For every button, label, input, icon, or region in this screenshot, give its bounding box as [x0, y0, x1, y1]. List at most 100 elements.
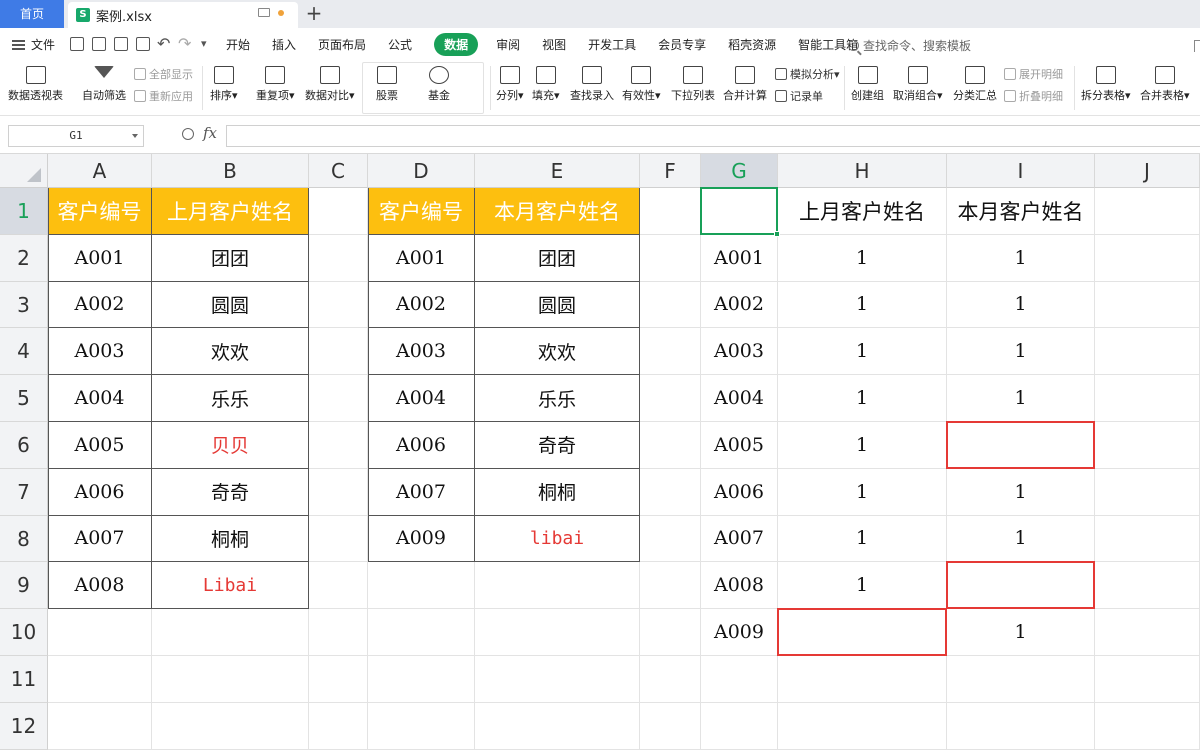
table-data-cell[interactable]: A006 [48, 468, 152, 516]
cell[interactable] [640, 515, 701, 563]
command-search[interactable]: 查找命令、搜索模板 [848, 37, 971, 54]
split-table-button[interactable]: 拆分表格▾ [1081, 66, 1131, 103]
cell[interactable] [475, 562, 640, 610]
cell[interactable] [640, 422, 701, 469]
collapse-ribbon-icon[interactable] [1194, 40, 1200, 52]
table-data-cell[interactable]: libai [475, 515, 640, 563]
pivot-data-cell[interactable]: 1 [947, 375, 1095, 422]
row-header-9[interactable]: 9 [0, 562, 48, 610]
column-header-e[interactable]: E [475, 154, 640, 188]
table-data-cell[interactable]: A005 [48, 422, 152, 469]
row-header-10[interactable]: 10 [0, 609, 48, 656]
table-data-cell[interactable]: 奇奇 [475, 422, 640, 469]
table-header-cell[interactable]: 上月客户姓名 [152, 188, 309, 235]
cell[interactable] [1095, 609, 1200, 656]
cell[interactable] [1095, 281, 1200, 329]
table-data-cell[interactable]: A007 [48, 515, 152, 563]
menu-tab-view[interactable]: 视图 [542, 36, 566, 53]
column-header-b[interactable]: B [152, 154, 309, 188]
cell[interactable] [475, 656, 640, 703]
cell[interactable] [368, 562, 475, 610]
monitor-icon[interactable] [258, 8, 270, 17]
fill-button[interactable]: 填充▾ [532, 66, 560, 103]
cell[interactable] [1095, 234, 1200, 282]
table-data-cell[interactable]: 奇奇 [152, 468, 309, 516]
pivot-data-cell[interactable]: 1 [947, 281, 1095, 329]
merge-table-button[interactable]: 合并表格▾ [1140, 66, 1190, 103]
new-tab-button[interactable]: + [304, 2, 324, 26]
pivot-data-cell[interactable] [947, 422, 1095, 469]
table-data-cell[interactable]: 欢欢 [475, 328, 640, 376]
table-data-cell[interactable]: 圆圆 [475, 281, 640, 329]
table-data-cell[interactable]: 贝贝 [152, 422, 309, 469]
table-header-cell[interactable]: 客户编号 [48, 188, 152, 235]
pivot-data-cell[interactable]: 1 [947, 515, 1095, 563]
row-header-5[interactable]: 5 [0, 375, 48, 422]
lookup-entry-button[interactable]: 查找录入 [570, 66, 614, 103]
table-data-cell[interactable]: A009 [368, 515, 475, 563]
row-header-11[interactable]: 11 [0, 656, 48, 703]
expand-detail-button[interactable]: 展开明细 [1004, 66, 1063, 82]
cell[interactable] [701, 702, 778, 750]
pivot-data-cell[interactable]: A001 [701, 234, 778, 282]
create-group-button[interactable]: 创建组 [851, 66, 884, 103]
cell[interactable] [640, 609, 701, 656]
duplicates-button[interactable]: 重复项▾ [256, 66, 295, 103]
pivot-data-cell[interactable]: A006 [701, 468, 778, 516]
pivot-data-cell[interactable]: 1 [778, 562, 947, 610]
cell[interactable] [947, 656, 1095, 703]
function-icon[interactable]: fx [203, 124, 217, 142]
cell[interactable] [48, 656, 152, 703]
pivot-header-cell[interactable]: 本月客户姓名 [947, 188, 1095, 235]
fund-button[interactable]: 基金 [428, 66, 450, 103]
pivot-data-cell[interactable]: 1 [947, 468, 1095, 516]
column-header-g[interactable]: G [701, 154, 778, 188]
collapse-detail-button[interactable]: 折叠明细 [1004, 88, 1063, 104]
menu-tab-member[interactable]: 会员专享 [658, 36, 706, 53]
menu-tab-developer[interactable]: 开发工具 [588, 36, 636, 53]
cell[interactable] [640, 656, 701, 703]
formula-input[interactable] [226, 125, 1200, 147]
cell[interactable] [309, 234, 368, 282]
chevron-down-icon[interactable] [132, 134, 138, 138]
cell[interactable] [640, 702, 701, 750]
table-data-cell[interactable]: A008 [48, 562, 152, 610]
table-header-cell[interactable]: 客户编号 [368, 188, 475, 235]
data-compare-button[interactable]: 数据对比▾ [305, 66, 355, 103]
cell[interactable] [640, 281, 701, 329]
row-header-12[interactable]: 12 [0, 702, 48, 750]
pivot-data-cell[interactable]: 1 [778, 468, 947, 516]
row-header-8[interactable]: 8 [0, 515, 48, 563]
table-data-cell[interactable]: 欢欢 [152, 328, 309, 376]
sort-button[interactable]: 排序▾ [210, 66, 238, 103]
cell[interactable] [475, 609, 640, 656]
row-header-3[interactable]: 3 [0, 281, 48, 329]
table-data-cell[interactable]: A002 [368, 281, 475, 329]
cell[interactable] [48, 609, 152, 656]
fill-handle[interactable] [774, 230, 780, 237]
record-form-button[interactable]: 记录单 [775, 88, 823, 104]
menu-tab-home[interactable]: 开始 [226, 36, 250, 53]
cell[interactable] [309, 609, 368, 656]
what-if-analysis-button[interactable]: 模拟分析 ▾ [775, 66, 840, 82]
cell[interactable] [475, 702, 640, 750]
pivot-data-cell[interactable]: A007 [701, 515, 778, 563]
pivot-data-cell[interactable]: A005 [701, 422, 778, 469]
merge-calc-button[interactable]: 合并计算 [723, 66, 767, 103]
column-header-f[interactable]: F [640, 154, 701, 188]
table-data-cell[interactable]: 桐桐 [475, 468, 640, 516]
cell[interactable] [309, 515, 368, 563]
worksheet-grid[interactable]: A B C D E F G H I J 1 2 3 4 5 6 7 8 9 10 11 12 客户编号 上月客户姓名 A001 团… [0, 154, 1200, 754]
pivot-data-cell[interactable]: A009 [701, 609, 778, 656]
cell[interactable] [640, 468, 701, 516]
cell[interactable] [1095, 468, 1200, 516]
export-pdf-icon[interactable] [92, 37, 106, 51]
print-icon[interactable] [114, 37, 128, 51]
validity-button[interactable]: 有效性▾ [622, 66, 661, 103]
undo-icon[interactable]: ↶ [157, 34, 170, 53]
table-data-cell[interactable]: 团团 [152, 234, 309, 282]
cell[interactable] [640, 188, 701, 235]
table-data-cell[interactable]: 乐乐 [475, 375, 640, 422]
pivot-data-cell[interactable]: A002 [701, 281, 778, 329]
row-header-4[interactable]: 4 [0, 328, 48, 376]
